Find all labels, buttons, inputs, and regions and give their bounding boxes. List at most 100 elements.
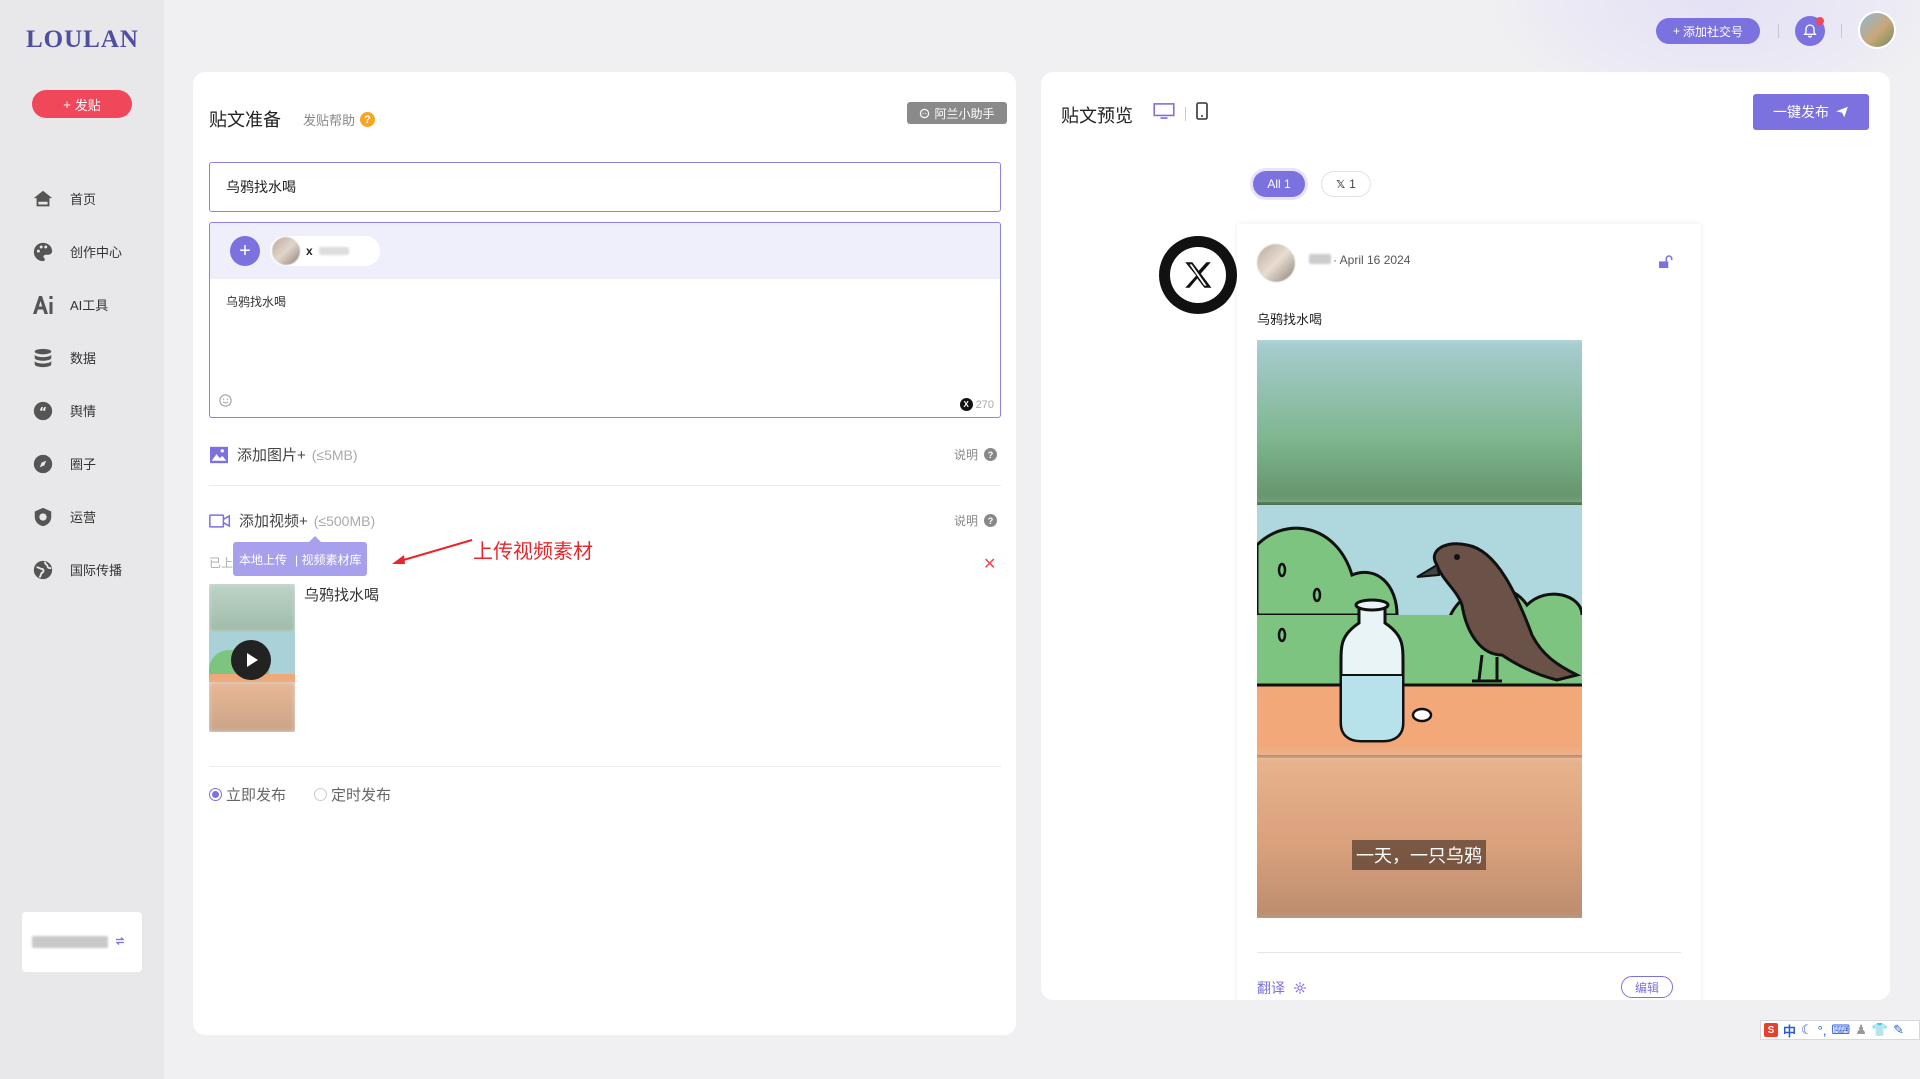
user-avatar[interactable]: [1858, 11, 1896, 49]
video-explain-link[interactable]: 说明 ?: [954, 512, 997, 529]
uploaded-label: 已上: [209, 556, 234, 570]
add-account-button[interactable]: +: [230, 236, 260, 266]
post-title-input[interactable]: [209, 162, 1001, 212]
preview-video[interactable]: 一天，一只乌鸦: [1257, 340, 1582, 918]
database-icon: [30, 345, 56, 371]
preview-date: · April 16 2024: [1333, 253, 1411, 267]
notification-dot: [1816, 17, 1824, 25]
filter-all-tab[interactable]: All 1: [1253, 171, 1305, 197]
crow-illustration: [1257, 505, 1582, 755]
sidebar-item-international[interactable]: 国际传播: [30, 543, 160, 596]
video-file-name: 乌鸦找水喝: [304, 587, 380, 604]
x-small-icon: 𝕏: [1336, 178, 1346, 191]
post-button[interactable]: + 发贴: [32, 90, 132, 118]
sidebar-item-data[interactable]: 数据: [30, 331, 160, 384]
header-divider: [1778, 24, 1779, 38]
local-upload-option[interactable]: 本地上传: [239, 551, 287, 568]
annotation-text: 上传视频素材: [473, 539, 593, 563]
publish-now-radio[interactable]: 立即发布: [209, 784, 286, 805]
character-counter: X 270: [959, 398, 994, 411]
plus-icon: +: [63, 96, 71, 112]
add-image-row: 添加图片+ (≤5MB) 说明 ?: [209, 444, 1001, 465]
play-icon[interactable]: [231, 640, 271, 680]
help-question-icon: ?: [984, 514, 997, 527]
preview-panel: 贴文预览 一键发布 All 1 𝕏 1 · April 16 2024 乌鸦找水…: [1041, 72, 1890, 1000]
explain-label: 说明: [953, 514, 978, 528]
sidebar-item-operations[interactable]: 运营: [30, 490, 160, 543]
edit-button[interactable]: 编辑: [1621, 976, 1673, 998]
sidebar-item-label: 国际传播: [70, 563, 123, 578]
x-platform-icon: X: [959, 398, 973, 411]
current-account-card[interactable]: [22, 912, 142, 972]
shirt-icon[interactable]: 👕: [1872, 1022, 1888, 1038]
sidebar-item-label: 首页: [70, 192, 97, 207]
sidebar-item-ai-tools[interactable]: AI工具: [30, 278, 160, 331]
emoji-icon[interactable]: [218, 393, 233, 413]
ime-mode-label[interactable]: 中: [1783, 1021, 1796, 1040]
remove-video-close-icon[interactable]: ✕: [983, 554, 996, 574]
post-body-editor[interactable]: + x 乌鸦找水喝 X 270: [209, 222, 1001, 418]
gear-icon[interactable]: [1293, 981, 1307, 995]
keyboard-icon[interactable]: ⌨: [1831, 1022, 1850, 1038]
plus-icon: +: [1672, 24, 1680, 38]
account-platform-label: x: [306, 244, 313, 258]
image-size-hint: (≤5MB): [311, 446, 358, 463]
translate-button[interactable]: 翻译: [1257, 978, 1307, 998]
notification-bell-button[interactable]: [1795, 16, 1825, 46]
add-social-account-button[interactable]: + 添加社交号: [1656, 18, 1760, 44]
header-divider: [1841, 24, 1842, 38]
publish-mode-group: 立即发布 定时发布: [209, 784, 391, 805]
globe-icon: [30, 557, 56, 583]
wrench-icon[interactable]: ✎: [1893, 1022, 1904, 1038]
radio-unselected-icon: [314, 788, 328, 801]
add-video-button[interactable]: 添加视频+: [239, 510, 308, 531]
account-selector-bar: + x: [210, 223, 1000, 279]
image-explain-link[interactable]: 说明 ?: [954, 446, 997, 463]
user-icon[interactable]: ♟: [1855, 1022, 1867, 1038]
toggle-divider: [1185, 106, 1186, 121]
sidebar-nav: 首页 创作中心 AI工具 数据 “ 舆情 圈子 运营 国际传播: [30, 172, 160, 596]
palette-icon: [30, 239, 56, 265]
one-click-publish-button[interactable]: 一键发布: [1753, 94, 1869, 130]
publish-scheduled-label: 定时发布: [331, 787, 392, 804]
video-camera-icon: [209, 513, 231, 528]
punctuation-icon[interactable]: °,: [1818, 1023, 1827, 1038]
video-library-option[interactable]: | 视频素材库: [295, 551, 361, 568]
video-thumbnail[interactable]: [209, 584, 295, 732]
post-body-text[interactable]: 乌鸦找水喝: [226, 293, 286, 310]
filter-x-count: 1: [1349, 177, 1356, 191]
desktop-view-icon[interactable]: [1153, 103, 1175, 124]
unlock-icon[interactable]: [1657, 254, 1673, 275]
mobile-view-icon[interactable]: [1196, 102, 1208, 125]
send-icon: [1836, 106, 1848, 118]
assistant-button[interactable]: 阿兰小助手: [907, 102, 1007, 124]
sidebar-item-label: 圈子: [70, 457, 97, 472]
post-help-link[interactable]: 发贴帮助 ?: [303, 110, 376, 129]
ime-toolbar[interactable]: S 中 ☾ °, ⌨ ♟ 👕 ✎: [1760, 1020, 1920, 1040]
annotation-arrow: [392, 539, 473, 564]
preview-device-toggle: [1153, 102, 1208, 125]
moon-icon[interactable]: ☾: [1801, 1022, 1813, 1038]
sidebar-item-label: 舆情: [70, 404, 97, 419]
ai-icon: [30, 292, 56, 318]
sidebar-item-creation[interactable]: 创作中心: [30, 225, 160, 278]
app-logo: LOULAN: [26, 26, 139, 53]
switch-account-icon[interactable]: [114, 935, 126, 950]
preview-avatar: [1257, 244, 1295, 282]
sidebar-item-sentiment[interactable]: “ 舆情: [30, 384, 160, 437]
sidebar-item-circle[interactable]: 圈子: [30, 437, 160, 490]
add-image-button[interactable]: 添加图片+: [237, 444, 306, 465]
filter-x-tab[interactable]: 𝕏 1: [1321, 171, 1371, 197]
preview-title: 贴文预览: [1061, 106, 1133, 126]
publish-scheduled-radio[interactable]: 定时发布: [314, 784, 391, 805]
sidebar-item-home[interactable]: 首页: [30, 172, 160, 225]
selected-account-chip[interactable]: x: [270, 236, 380, 266]
sidebar-item-label: 运营: [70, 510, 97, 525]
home-icon: [30, 186, 56, 212]
character-count: 270: [975, 398, 994, 411]
compass-icon: [30, 451, 56, 477]
quote-icon: “: [30, 398, 56, 424]
help-question-icon: ?: [984, 448, 997, 461]
publish-now-label: 立即发布: [226, 787, 287, 804]
preview-post-text: 乌鸦找水喝: [1257, 312, 1323, 327]
